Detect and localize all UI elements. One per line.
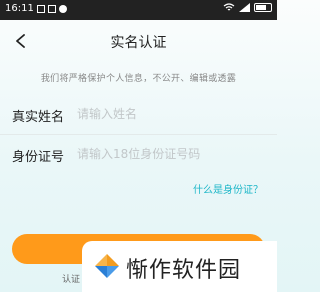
battery-icon	[254, 3, 272, 12]
privacy-note: 我们将严格保护个人信息，不公开、编辑或透露	[40, 74, 237, 84]
id-number-input[interactable]	[77, 143, 267, 165]
notification-icon	[36, 4, 45, 13]
status-time: 16:11	[5, 3, 34, 14]
status-bar-right	[223, 3, 272, 12]
sync-icon	[58, 4, 67, 13]
name-row: 真实姓名	[0, 94, 277, 135]
app-notification-icon	[47, 4, 56, 13]
id-number-row: 身份证号	[0, 134, 277, 174]
signal-icon	[239, 3, 250, 12]
status-bar: 16:11	[0, 0, 277, 20]
nav-bar: 实名认证	[0, 22, 277, 62]
watermark-text: 惭作软件园	[126, 258, 242, 283]
name-label: 真实姓名	[12, 110, 65, 125]
wifi-icon	[223, 3, 235, 11]
id-number-label: 身份证号	[12, 150, 65, 165]
name-input[interactable]	[77, 103, 267, 125]
footer-text: 认证	[62, 275, 81, 285]
page-title: 实名认证	[110, 35, 167, 51]
watermark: 惭作软件园	[82, 241, 277, 292]
watermark-logo-icon	[95, 254, 119, 278]
what-is-id-link[interactable]: 什么是身份证？	[193, 181, 263, 196]
status-bar-left: 16:11	[5, 3, 67, 14]
